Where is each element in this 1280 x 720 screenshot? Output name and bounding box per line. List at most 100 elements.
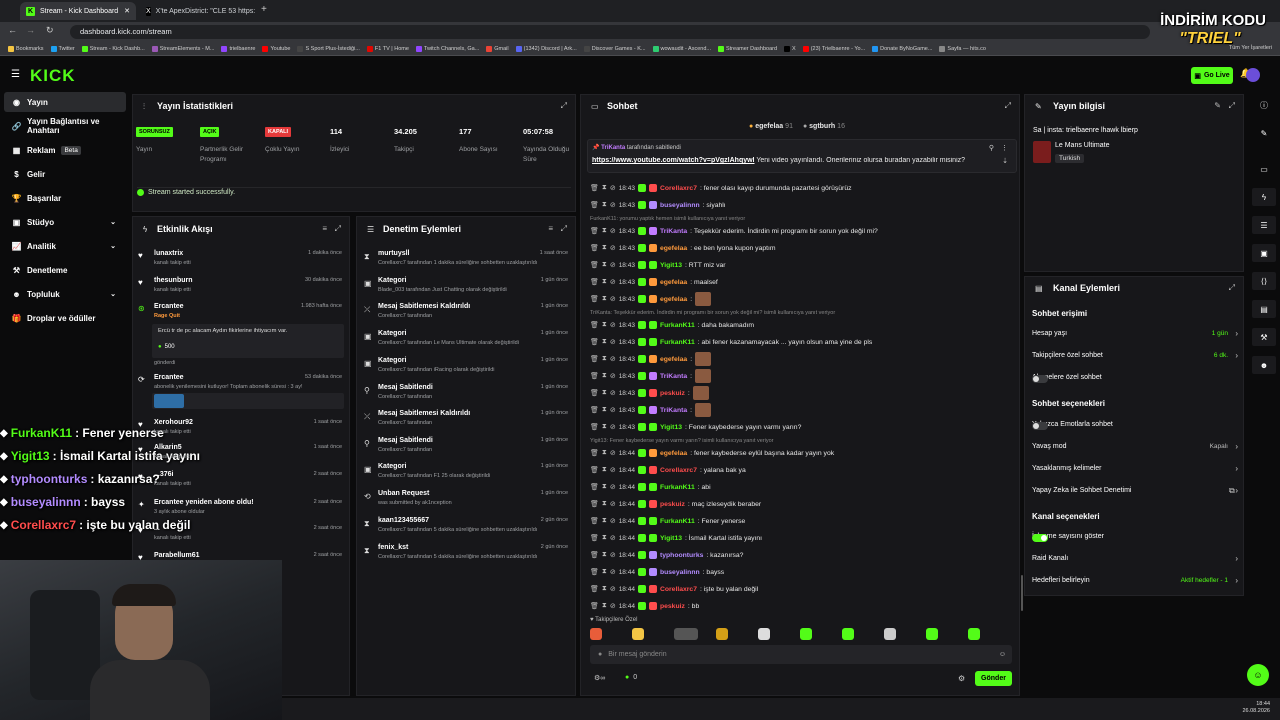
code-icon[interactable]: ⟨⟩: [1252, 272, 1276, 290]
bookmark-item[interactable]: Sayfa — hits.co: [937, 45, 988, 52]
delete-icon[interactable]: 🗑: [590, 500, 599, 508]
sidebar-item[interactable]: ◉ Yayın: [4, 92, 126, 112]
chat-username[interactable]: egefelaa: [660, 279, 687, 286]
chat-username[interactable]: egefelaa: [660, 245, 687, 252]
chat-message[interactable]: 🗑 ⧗ ⊘ 18:44 Corellaxrc7: yalana bak ya: [590, 462, 1020, 478]
ban-icon[interactable]: ⊘: [610, 244, 616, 252]
timeout-icon[interactable]: ⧗: [602, 423, 607, 431]
channel-setting-row[interactable]: Hedefleri belirleyin Aktif hedefler - 1 ›: [1032, 575, 1238, 589]
bookmark-item[interactable]: (1342) Discord | Ark...: [514, 45, 579, 52]
chat-username[interactable]: egefelaa: [660, 296, 687, 303]
channel-setting-row[interactable]: Yapay Zeka ile Sohbet Denetimi ›: [1032, 485, 1238, 499]
new-tab-icon[interactable]: +: [261, 4, 267, 15]
delete-icon[interactable]: 🗑: [590, 355, 599, 363]
bookmark-item[interactable]: F1 TV | Home: [365, 45, 411, 52]
chat-input[interactable]: ● Bir mesaj gönderin ☺: [590, 645, 1012, 664]
chat-message[interactable]: 🗑 ⧗ ⊘ 18:43 egefelaa:: [590, 351, 1020, 367]
chevron-right-icon[interactable]: ›: [1235, 442, 1238, 451]
chat-message[interactable]: 🗑 ⧗ ⊘ 18:44 Corellaxrc7: işte bu yalan değil: [590, 581, 1020, 597]
chat-message[interactable]: 🗑 ⧗ ⊘ 18:43 egefelaa:: [590, 291, 1020, 307]
chat-message[interactable]: 🗑 ⧗ ⊘ 18:43 TriKanta: Teşekkür ederim. İndir…: [590, 223, 1020, 239]
emoji-icon[interactable]: ☺: [999, 651, 1006, 658]
delete-icon[interactable]: 🗑: [590, 295, 599, 303]
chat-message[interactable]: 🗑 ⧗ ⊘ 18:44 egefelaa: fener kaybederse eylül…: [590, 445, 1020, 461]
bookmark-item[interactable]: Twitch Channels, Ga...: [414, 45, 481, 52]
chat-message[interactable]: 🗑 ⧗ ⊘ 18:44 buseyalinnn: bayss: [590, 564, 1020, 580]
chat-username[interactable]: Yigit13: [660, 535, 682, 542]
ban-icon[interactable]: ⊘: [610, 355, 616, 363]
chat-username[interactable]: egefelaa: [660, 450, 687, 457]
bookmark-item[interactable]: X: [782, 45, 798, 52]
moderation-item[interactable]: ▣ Kategori Corellaxrc7 tarafından F1 25 ol…: [362, 463, 572, 487]
ban-icon[interactable]: ⊘: [610, 551, 616, 559]
ban-icon[interactable]: ⊘: [610, 201, 616, 209]
chat-scrollbar[interactable]: [1021, 575, 1023, 611]
timeout-icon[interactable]: ⧗: [602, 295, 607, 303]
emote-picker-item[interactable]: [884, 628, 896, 640]
chat-username[interactable]: Yigit13: [660, 262, 682, 269]
bookmark-item[interactable]: Bookmarks: [6, 45, 46, 52]
sidebar-item[interactable]: 🔗 Yayın Bağlantısı ve Anahtarı: [4, 116, 126, 136]
popout-icon[interactable]: ⤢: [1229, 101, 1235, 111]
bookmark-item[interactable]: Discover Games - K...: [582, 45, 648, 52]
timeout-icon[interactable]: ⧗: [602, 602, 607, 610]
emote-picker-item[interactable]: [968, 628, 980, 640]
edit-icon[interactable]: ✎: [1214, 101, 1221, 110]
chat-username[interactable]: Yigit13: [660, 424, 682, 431]
list-icon[interactable]: ☰: [1252, 216, 1276, 234]
ban-icon[interactable]: ⊘: [610, 261, 616, 269]
activity-item[interactable]: ✦ Ercantee yeniden abone oldu! 3 aylık abo…: [136, 499, 346, 523]
chat-username[interactable]: FurkanK11: [660, 322, 695, 329]
info-icon[interactable]: ⓘ: [1252, 96, 1276, 114]
moderation-item[interactable]: ⟲ Unban Request was submitted by ak1ncepti…: [362, 490, 572, 514]
bookmark-item[interactable]: Stream - Kick Dashb...: [80, 45, 147, 52]
emote-picker-item[interactable]: [800, 628, 812, 640]
activity-item[interactable]: ♥ thesunburn kanalı takip etti 30 dakika ön…: [136, 277, 346, 301]
activity-item[interactable]: ♥... kanalı takip etti 2 saat önce: [136, 525, 346, 549]
users-icon[interactable]: ☻: [1252, 356, 1276, 374]
timeout-icon[interactable]: ⧗: [602, 406, 607, 414]
bookmark-item[interactable]: Gmail: [484, 45, 510, 52]
chat-message[interactable]: 🗑 ⧗ ⊘ 18:44 Yigit13: İsmail Kartal istifa ya…: [590, 530, 1020, 546]
popout-icon[interactable]: ⤢: [1005, 101, 1011, 111]
popout-icon[interactable]: ⤢: [561, 101, 567, 111]
delete-icon[interactable]: 🗑: [590, 602, 599, 610]
popout-icon[interactable]: ⤢: [335, 224, 341, 234]
chat-username[interactable]: FurkanK11: [660, 339, 695, 346]
delete-icon[interactable]: 🗑: [590, 406, 599, 414]
timeout-icon[interactable]: ⧗: [602, 389, 607, 397]
emote-picker-item[interactable]: [758, 628, 770, 640]
chat-message[interactable]: 🗑 ⧗ ⊘ 18:44 FurkanK11: abi: [590, 479, 1020, 495]
bookmark-item[interactable]: Donate ByNoGame...: [870, 45, 934, 52]
channel-setting-row[interactable]: Hesap yaşı 1 gün ›: [1032, 328, 1238, 342]
activity-item[interactable]: ♥ Parabellum61 2 saat önce: [136, 552, 346, 576]
delete-icon[interactable]: 🗑: [590, 227, 599, 235]
filter-icon[interactable]: ≡: [322, 224, 327, 233]
message-icon[interactable]: ▣: [1252, 244, 1276, 262]
chat-username[interactable]: Corellaxrc7: [660, 185, 697, 192]
chat-username[interactable]: TriKanta: [660, 228, 687, 235]
sidebar-item[interactable]: 📈 Analitik ⌄: [4, 236, 126, 256]
chat-username[interactable]: buseyalinnn: [660, 202, 700, 209]
timeout-icon[interactable]: ⧗: [602, 184, 607, 192]
ban-icon[interactable]: ⊘: [610, 466, 616, 474]
delete-icon[interactable]: 🗑: [590, 244, 599, 252]
bookmark-item[interactable]: StreamElements - M...: [150, 45, 217, 52]
sidebar-item[interactable]: 🎁 Droplar ve ödüller: [4, 308, 126, 328]
chat-message[interactable]: 🗑 ⧗ ⊘ 18:43 buseyalinnn: siyahlı: [590, 197, 1020, 213]
moderation-item[interactable]: ⤫ Mesaj Sabitlemesi Kaldırıldı Corellaxrc7…: [362, 303, 572, 327]
chat-username[interactable]: FurkanK11: [660, 518, 695, 525]
reload-icon[interactable]: ↻: [46, 25, 54, 36]
moderation-item[interactable]: ⧗ fenix_kst Corellaxrc7 tarafından 5 dakik…: [362, 544, 572, 568]
timeout-icon[interactable]: ⧗: [602, 585, 607, 593]
ban-icon[interactable]: ⊘: [610, 278, 616, 286]
activity-item[interactable]: ♥ ...376i kanalı takip etti 2 saat önce: [136, 471, 346, 495]
timeout-icon[interactable]: ⧗: [602, 278, 607, 286]
chat-username[interactable]: egefelaa: [660, 356, 687, 363]
avatar[interactable]: [1246, 68, 1260, 82]
delete-icon[interactable]: 🗑: [590, 568, 599, 576]
popout-icon[interactable]: ⤢: [561, 224, 567, 234]
points-display[interactable]: ● 0: [625, 674, 637, 681]
delete-icon[interactable]: 🗑: [590, 184, 599, 192]
moderation-item[interactable]: ▣ Kategori Blade_003 tarafından Just Chatt…: [362, 277, 572, 301]
